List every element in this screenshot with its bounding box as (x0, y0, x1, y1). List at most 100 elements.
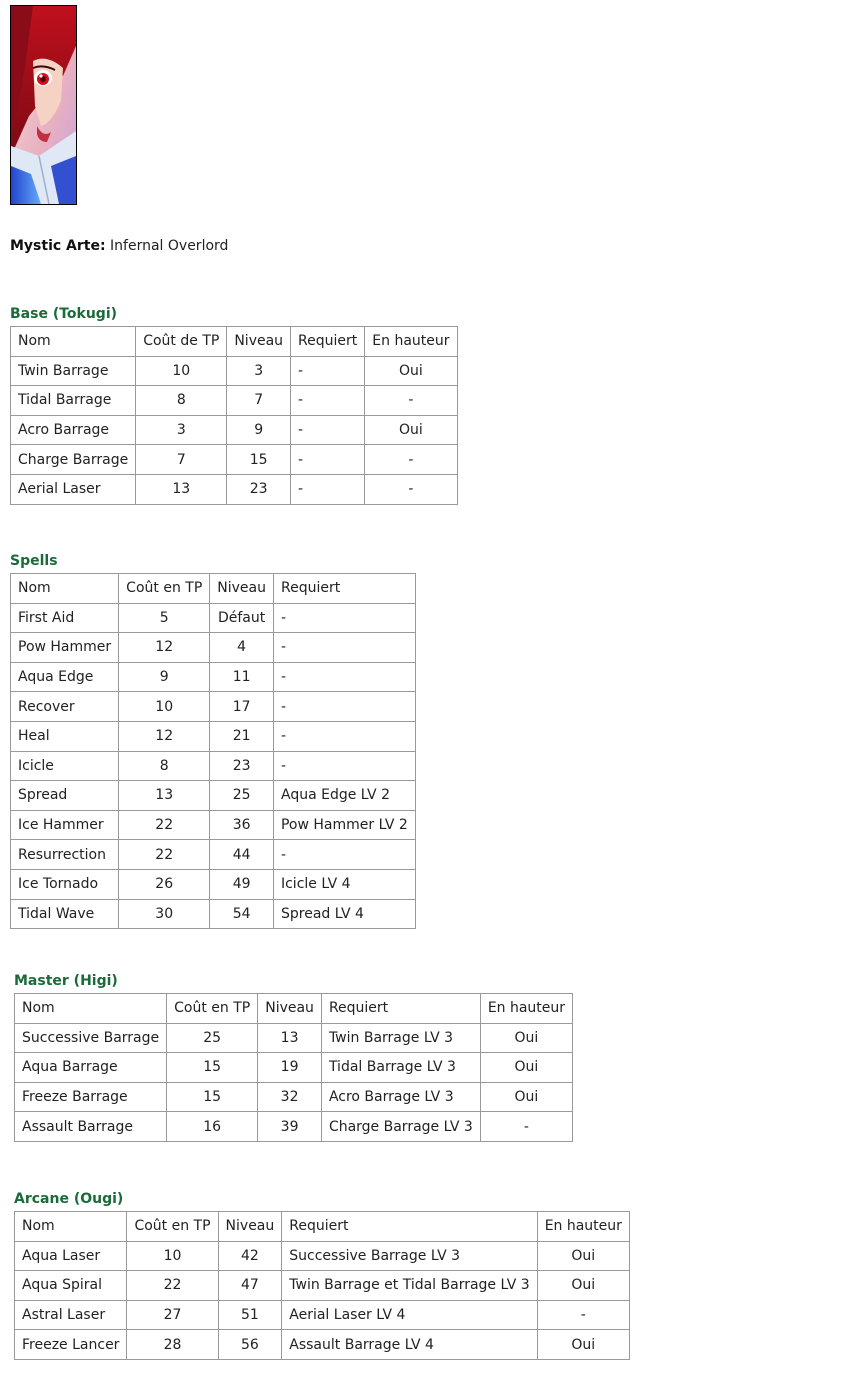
table-row: Astral Laser 27 51 Aerial Laser LV 4 - (13, 1299, 630, 1331)
cell-requires: - (272, 750, 416, 782)
cell-requires: Aerial Laser LV 4 (281, 1299, 538, 1331)
table-row: Successive Barrage 25 13 Twin Barrage LV… (13, 1022, 574, 1054)
table-row: Aqua Edge 9 11 - (9, 661, 416, 693)
cell-name: Resurrection (9, 839, 120, 870)
table-header-row: Nom Coût en TP Niveau Requiert En hauteu… (13, 993, 574, 1024)
cell-requires: - (272, 839, 416, 870)
cell-name: Aqua Barrage (13, 1052, 168, 1083)
header-cell: Requiert (320, 993, 481, 1024)
section-title-master: Master (Higi) (14, 973, 118, 989)
header-cell: Requiert (272, 573, 416, 604)
cell-level: 47 (217, 1270, 283, 1301)
cell-name: Spread (9, 780, 120, 811)
mystic-arte-value: Infernal Overlord (110, 238, 229, 254)
cell-requires: - (272, 691, 416, 722)
table-master: Nom Coût en TP Niveau Requiert En hauteu… (13, 993, 574, 1142)
table-row: Aqua Laser 10 42 Successive Barrage LV 3… (13, 1240, 630, 1272)
cell-name: Aqua Spiral (13, 1270, 128, 1301)
cell-level: 32 (257, 1081, 322, 1113)
table-row: Heal 12 21 - (9, 720, 416, 752)
cell-aerial: - (536, 1299, 630, 1331)
header-cell: Niveau (209, 573, 274, 604)
cell-requires: Twin Barrage LV 3 (320, 1022, 481, 1054)
cell-aerial: Oui (364, 414, 458, 446)
cell-cost: 16 (166, 1111, 259, 1142)
cell-name: Icicle (9, 750, 120, 782)
header-cell: Requiert (281, 1211, 538, 1242)
cell-aerial: - (479, 1111, 574, 1142)
table-row: Ice Tornado 26 49 Icicle LV 4 (9, 868, 416, 900)
cell-requires: Twin Barrage et Tidal Barrage LV 3 (281, 1270, 538, 1301)
cell-cost: 12 (118, 632, 211, 663)
cell-name: Ice Hammer (9, 809, 120, 841)
cell-aerial: - (364, 385, 458, 416)
cell-name: Recover (9, 691, 120, 722)
section-title-spells: Spells (10, 553, 58, 569)
table-row: Pow Hammer 12 4 - (9, 632, 416, 663)
cell-level: Défaut (209, 602, 274, 634)
cell-name: Aqua Edge (9, 661, 120, 693)
cell-level: 49 (209, 868, 274, 900)
cell-aerial: Oui (479, 1052, 574, 1083)
cell-name: Aqua Laser (13, 1240, 128, 1272)
table-row: Freeze Lancer 28 56 Assault Barrage LV 4… (13, 1329, 630, 1360)
cell-aerial: Oui (364, 355, 458, 387)
cell-cost: 5 (118, 602, 211, 634)
cell-level: 13 (257, 1022, 322, 1054)
portrait-image (11, 6, 76, 204)
cell-level: 39 (257, 1111, 322, 1142)
cell-name: Freeze Lancer (13, 1329, 128, 1360)
cell-requires: - (290, 414, 366, 446)
cell-aerial: - (364, 444, 458, 475)
cell-aerial: Oui (536, 1240, 630, 1272)
cell-name: Twin Barrage (9, 355, 137, 387)
section-title-arcane: Arcane (Ougi) (14, 1191, 124, 1207)
cell-cost: 15 (166, 1052, 259, 1083)
table-base: Nom Coût de TP Niveau Requiert En hauteu… (9, 326, 458, 505)
table-row: First Aid 5 Défaut - (9, 602, 416, 634)
mystic-arte-line: Mystic Arte: Infernal Overlord (10, 237, 228, 255)
table-row: Charge Barrage 7 15 - - (9, 444, 458, 475)
cell-requires: Icicle LV 4 (272, 868, 416, 900)
table-row: Recover 10 17 - (9, 691, 416, 722)
cell-level: 19 (257, 1052, 322, 1083)
cell-name: Ice Tornado (9, 868, 120, 900)
header-cell: En hauteur (364, 326, 458, 357)
cell-aerial: Oui (479, 1081, 574, 1113)
cell-cost: 28 (126, 1329, 219, 1360)
cell-name: Astral Laser (13, 1299, 128, 1331)
table-row: Aerial Laser 13 23 - - (9, 473, 458, 505)
cell-requires: Successive Barrage LV 3 (281, 1240, 538, 1272)
cell-requires: Pow Hammer LV 2 (272, 809, 416, 841)
cell-requires: - (290, 355, 366, 387)
cell-requires: - (272, 720, 416, 752)
cell-level: 15 (226, 444, 292, 475)
cell-level: 44 (209, 839, 274, 870)
table-header-row: Nom Coût en TP Niveau Requiert En hauteu… (13, 1211, 630, 1242)
table-row: Tidal Barrage 8 7 - - (9, 385, 458, 416)
header-cell: En hauteur (479, 993, 574, 1024)
table-arcane: Nom Coût en TP Niveau Requiert En hauteu… (13, 1211, 630, 1360)
cell-cost: 22 (118, 839, 211, 870)
cell-requires: Charge Barrage LV 3 (320, 1111, 481, 1142)
cell-name: Acro Barrage (9, 414, 137, 446)
cell-cost: 10 (118, 691, 211, 722)
cell-name: Aerial Laser (9, 473, 137, 505)
cell-level: 7 (226, 385, 292, 416)
cell-requires: - (290, 473, 366, 505)
header-cell: Coût en TP (126, 1211, 219, 1242)
cell-name: Tidal Barrage (9, 385, 137, 416)
header-cell: Nom (9, 326, 137, 357)
cell-level: 11 (209, 661, 274, 693)
cell-cost: 25 (166, 1022, 259, 1054)
header-cell: Requiert (290, 326, 366, 357)
cell-aerial: Oui (479, 1022, 574, 1054)
table-row: Tidal Wave 30 54 Spread LV 4 (9, 898, 416, 930)
header-cell: Niveau (226, 326, 292, 357)
header-cell: Nom (13, 1211, 128, 1242)
cell-level: 23 (226, 473, 292, 505)
header-cell: Coût en TP (166, 993, 259, 1024)
cell-cost: 22 (118, 809, 211, 841)
table-row: Freeze Barrage 15 32 Acro Barrage LV 3 O… (13, 1081, 574, 1113)
table-row: Aqua Barrage 15 19 Tidal Barrage LV 3 Ou… (13, 1052, 574, 1083)
